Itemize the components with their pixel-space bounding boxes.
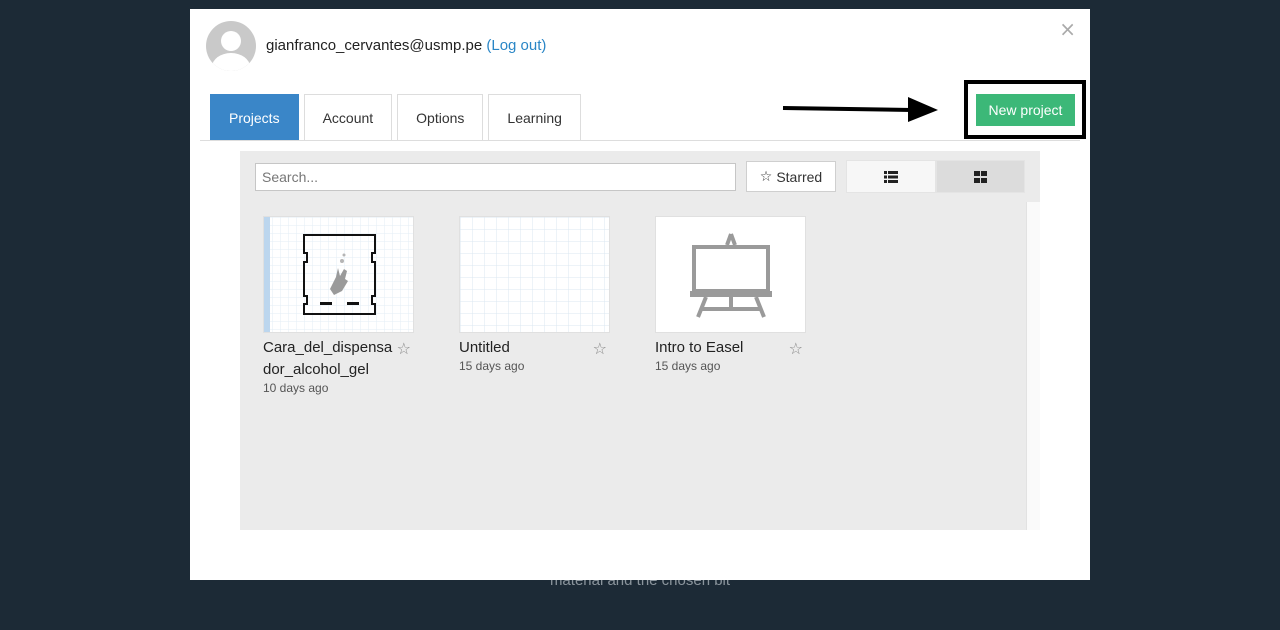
user-email: gianfranco_cervantes@usmp.pe: [266, 37, 483, 54]
tab-account[interactable]: Account: [303, 94, 393, 140]
arrow-right-icon: [782, 97, 938, 122]
close-icon[interactable]: ×: [1059, 19, 1076, 39]
star-outline-icon[interactable]: ☆: [789, 339, 803, 358]
project-card[interactable]: Intro to Easel 15 days ago ☆: [655, 216, 815, 373]
project-date: 15 days ago: [655, 359, 721, 373]
starred-filter-button[interactable]: ☆ Starred: [746, 161, 836, 192]
logout-link[interactable]: (Log out): [486, 37, 546, 54]
grid-view-button[interactable]: [935, 160, 1025, 193]
account-modal: × gianfranco_cervantes@usmp.pe (Log out)…: [190, 9, 1090, 580]
list-view-icon: [883, 170, 898, 183]
easel-icon: [656, 217, 805, 332]
project-thumbnail[interactable]: [263, 216, 414, 333]
star-outline-icon[interactable]: ☆: [397, 339, 411, 358]
project-name[interactable]: Cara_del_dispensador_alcohol_gel: [263, 337, 397, 381]
scrollbar[interactable]: [1026, 202, 1040, 530]
star-outline-icon: ☆: [759, 168, 773, 185]
project-date: 15 days ago: [459, 359, 525, 373]
list-view-button[interactable]: [846, 160, 936, 193]
project-thumbnail[interactable]: [655, 216, 806, 333]
project-thumbnail[interactable]: [459, 216, 610, 333]
tab-divider: [200, 140, 1080, 141]
user-info: gianfranco_cervantes@usmp.pe (Log out): [266, 37, 546, 54]
avatar: [206, 21, 256, 71]
new-project-button[interactable]: New project: [976, 94, 1075, 126]
tab-bar: Projects Account Options Learning: [210, 94, 586, 140]
search-input[interactable]: [255, 163, 736, 191]
star-outline-icon[interactable]: ☆: [593, 339, 607, 358]
tab-projects[interactable]: Projects: [210, 94, 299, 140]
view-toggle: [846, 160, 1025, 193]
grid-view-icon: [973, 170, 987, 183]
project-name[interactable]: Intro to Easel: [655, 337, 789, 359]
tab-options[interactable]: Options: [397, 94, 484, 140]
project-card[interactable]: Untitled 15 days ago ☆: [459, 216, 619, 373]
project-card[interactable]: Cara_del_dispensador_alcohol_gel 10 days…: [263, 216, 423, 395]
starred-label: Starred: [776, 168, 823, 185]
projects-panel: ☆ Starred: [240, 151, 1040, 530]
project-name[interactable]: Untitled: [459, 337, 593, 359]
tab-learning[interactable]: Learning: [488, 94, 581, 140]
project-date: 10 days ago: [263, 381, 329, 395]
